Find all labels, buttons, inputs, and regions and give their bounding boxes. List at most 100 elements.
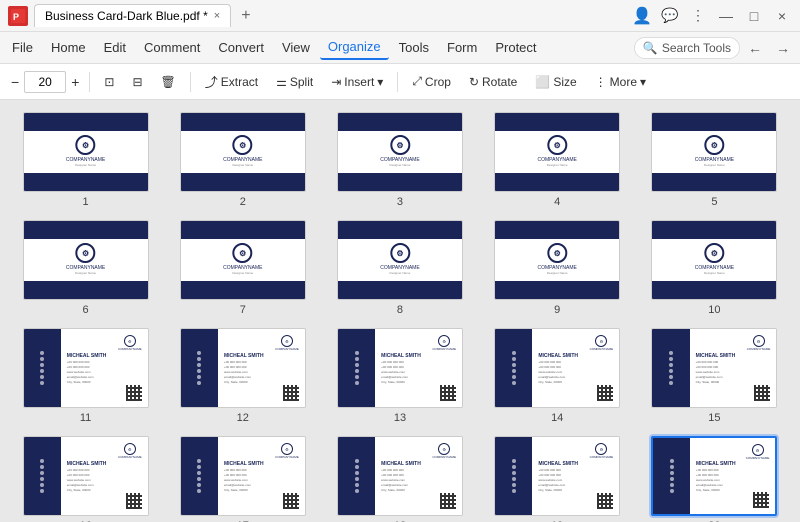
insert-icon: ⇥ — [331, 75, 341, 89]
zoom-value-input[interactable] — [24, 71, 66, 93]
page-thumb-1[interactable]: ⚙ COMPANYNAME Designer Name 1 — [12, 112, 159, 208]
menu-protect[interactable]: Protect — [487, 36, 544, 59]
more-label: More — [610, 75, 637, 89]
page-thumb-10[interactable]: ⚙ COMPANYNAME Designer Name 10 — [641, 220, 788, 316]
split-icon: ⚌ — [276, 75, 287, 89]
new-tab-button[interactable]: + — [235, 7, 256, 25]
zoom-in-button[interactable]: + — [68, 73, 82, 91]
page-thumb-8[interactable]: ⚙ COMPANYNAME Designer Name 8 — [326, 220, 473, 316]
page-image-16: MICHEAL SMITH +00 000 000 000 +00 000 00… — [23, 436, 149, 516]
insert-button[interactable]: ⇥ Insert ▾ — [324, 72, 390, 92]
page-image-11: MICHEAL SMITH +00 000 000 000 +00 000 00… — [23, 328, 149, 408]
crop-icon: ⤢ — [412, 74, 422, 89]
fit-width-button[interactable]: ⊟ — [125, 72, 149, 92]
menu-organize[interactable]: Organize — [320, 35, 389, 60]
tab-filename: Business Card-Dark Blue.pdf * — [45, 9, 208, 23]
menu-form[interactable]: Form — [439, 36, 485, 59]
svg-text:P: P — [13, 12, 19, 22]
delete-icon: 🗑 — [161, 75, 176, 89]
user-icon[interactable]: 👤 — [632, 6, 652, 26]
page-thumb-17[interactable]: MICHEAL SMITH +00 000 000 000 +00 000 00… — [169, 436, 316, 522]
page-thumb-20[interactable]: MICHEAL SMITH +00 000 000 000 +00 000 00… — [641, 436, 788, 522]
page-image-18: MICHEAL SMITH +00 000 000 000 +00 000 00… — [337, 436, 463, 516]
pages-grid: ⚙ COMPANYNAME Designer Name 1 ⚙ COMPANYN… — [0, 100, 800, 522]
page-image-3: ⚙ COMPANYNAME Designer Name — [337, 112, 463, 192]
chat-icon[interactable]: 💬 — [660, 7, 680, 24]
more-icon[interactable]: ⋮ — [688, 7, 708, 24]
size-label: Size — [553, 75, 576, 89]
page-thumb-7[interactable]: ⚙ COMPANYNAME Designer Name 7 — [169, 220, 316, 316]
crop-label: Crop — [425, 75, 451, 89]
page-image-17: MICHEAL SMITH +00 000 000 000 +00 000 00… — [180, 436, 306, 516]
page-number-7: 7 — [240, 304, 246, 316]
tab-close-button[interactable]: × — [214, 10, 220, 22]
page-thumb-16[interactable]: MICHEAL SMITH +00 000 000 000 +00 000 00… — [12, 436, 159, 522]
page-thumb-3[interactable]: ⚙ COMPANYNAME Designer Name 3 — [326, 112, 473, 208]
page-thumb-15[interactable]: MICHEAL SMITH +00 000 000 000 +00 000 00… — [641, 328, 788, 424]
fit-page-button[interactable]: ⊡ — [97, 72, 121, 92]
page-thumb-12[interactable]: MICHEAL SMITH +00 000 000 000 +00 000 00… — [169, 328, 316, 424]
page-number-8: 8 — [397, 304, 403, 316]
page-thumb-2[interactable]: ⚙ COMPANYNAME Designer Name 2 — [169, 112, 316, 208]
page-number-1: 1 — [83, 196, 89, 208]
rotate-icon: ↻ — [469, 75, 479, 89]
search-tools-button[interactable]: 🔍 Search Tools — [634, 37, 740, 59]
delete-button[interactable]: 🗑 — [154, 72, 183, 92]
page-thumb-6[interactable]: ⚙ COMPANYNAME Designer Name 6 — [12, 220, 159, 316]
menu-convert[interactable]: Convert — [210, 36, 272, 59]
page-image-13: MICHEAL SMITH +00 000 000 000 +00 000 00… — [337, 328, 463, 408]
page-number-3: 3 — [397, 196, 403, 208]
separator-3 — [397, 72, 398, 92]
page-thumb-4[interactable]: ⚙ COMPANYNAME Designer Name 4 — [484, 112, 631, 208]
menu-tools[interactable]: Tools — [391, 36, 437, 59]
page-thumb-18[interactable]: MICHEAL SMITH +00 000 000 000 +00 000 00… — [326, 436, 473, 522]
page-image-20: MICHEAL SMITH +00 000 000 000 +00 000 00… — [651, 436, 777, 516]
page-thumb-5[interactable]: ⚙ COMPANYNAME Designer Name 5 — [641, 112, 788, 208]
zoom-out-button[interactable]: − — [8, 73, 22, 91]
page-number-9: 9 — [554, 304, 560, 316]
split-button[interactable]: ⚌ Split — [269, 72, 320, 92]
page-image-8: ⚙ COMPANYNAME Designer Name — [337, 220, 463, 300]
page-image-5: ⚙ COMPANYNAME Designer Name — [651, 112, 777, 192]
more-button[interactable]: ⋮ More ▾ — [588, 72, 653, 92]
page-image-4: ⚙ COMPANYNAME Designer Name — [494, 112, 620, 192]
back-button[interactable]: ← — [742, 37, 768, 59]
page-number-12: 12 — [237, 412, 249, 424]
minimize-button[interactable]: — — [716, 8, 736, 24]
fit-page-icon: ⊡ — [104, 75, 114, 89]
page-image-2: ⚙ COMPANYNAME Designer Name — [180, 112, 306, 192]
size-button[interactable]: ⬜ Size — [528, 72, 583, 92]
search-icon: 🔍 — [643, 41, 658, 55]
forward-button[interactable]: → — [770, 37, 796, 59]
extract-button[interactable]: ⤴ Extract — [198, 69, 265, 94]
menu-view[interactable]: View — [274, 36, 318, 59]
app-icon: P — [8, 6, 28, 26]
menu-edit[interactable]: Edit — [96, 36, 134, 59]
page-thumb-11[interactable]: MICHEAL SMITH +00 000 000 000 +00 000 00… — [12, 328, 159, 424]
page-image-12: MICHEAL SMITH +00 000 000 000 +00 000 00… — [180, 328, 306, 408]
separator-1 — [89, 72, 90, 92]
page-number-2: 2 — [240, 196, 246, 208]
extract-icon: ⤴ — [205, 72, 218, 91]
rotate-button[interactable]: ↻ Rotate — [462, 72, 524, 92]
split-label: Split — [290, 75, 313, 89]
crop-button[interactable]: ⤢ Crop — [405, 71, 458, 92]
menu-comment[interactable]: Comment — [136, 36, 208, 59]
right-toolbar: 🔍 Search Tools ← → — [634, 37, 796, 59]
page-number-6: 6 — [83, 304, 89, 316]
window-controls: 👤 💬 ⋮ — □ × — [632, 6, 792, 26]
document-tab[interactable]: Business Card-Dark Blue.pdf * × — [34, 4, 231, 27]
page-thumb-14[interactable]: MICHEAL SMITH +00 000 000 000 +00 000 00… — [484, 328, 631, 424]
page-thumb-13[interactable]: MICHEAL SMITH +00 000 000 000 +00 000 00… — [326, 328, 473, 424]
page-thumb-9[interactable]: ⚙ COMPANYNAME Designer Name 9 — [484, 220, 631, 316]
maximize-button[interactable]: □ — [744, 8, 764, 24]
close-window-button[interactable]: × — [772, 8, 792, 24]
menu-file[interactable]: File — [4, 36, 41, 59]
page-number-14: 14 — [551, 412, 563, 424]
search-tools-label: Search Tools — [662, 41, 731, 55]
page-thumb-19[interactable]: MICHEAL SMITH +00 000 000 000 +00 000 00… — [484, 436, 631, 522]
more-dropdown-icon: ▾ — [640, 75, 646, 89]
menu-home[interactable]: Home — [43, 36, 94, 59]
separator-2 — [190, 72, 191, 92]
main-area: ⚙ COMPANYNAME Designer Name 1 ⚙ COMPANYN… — [0, 100, 800, 522]
